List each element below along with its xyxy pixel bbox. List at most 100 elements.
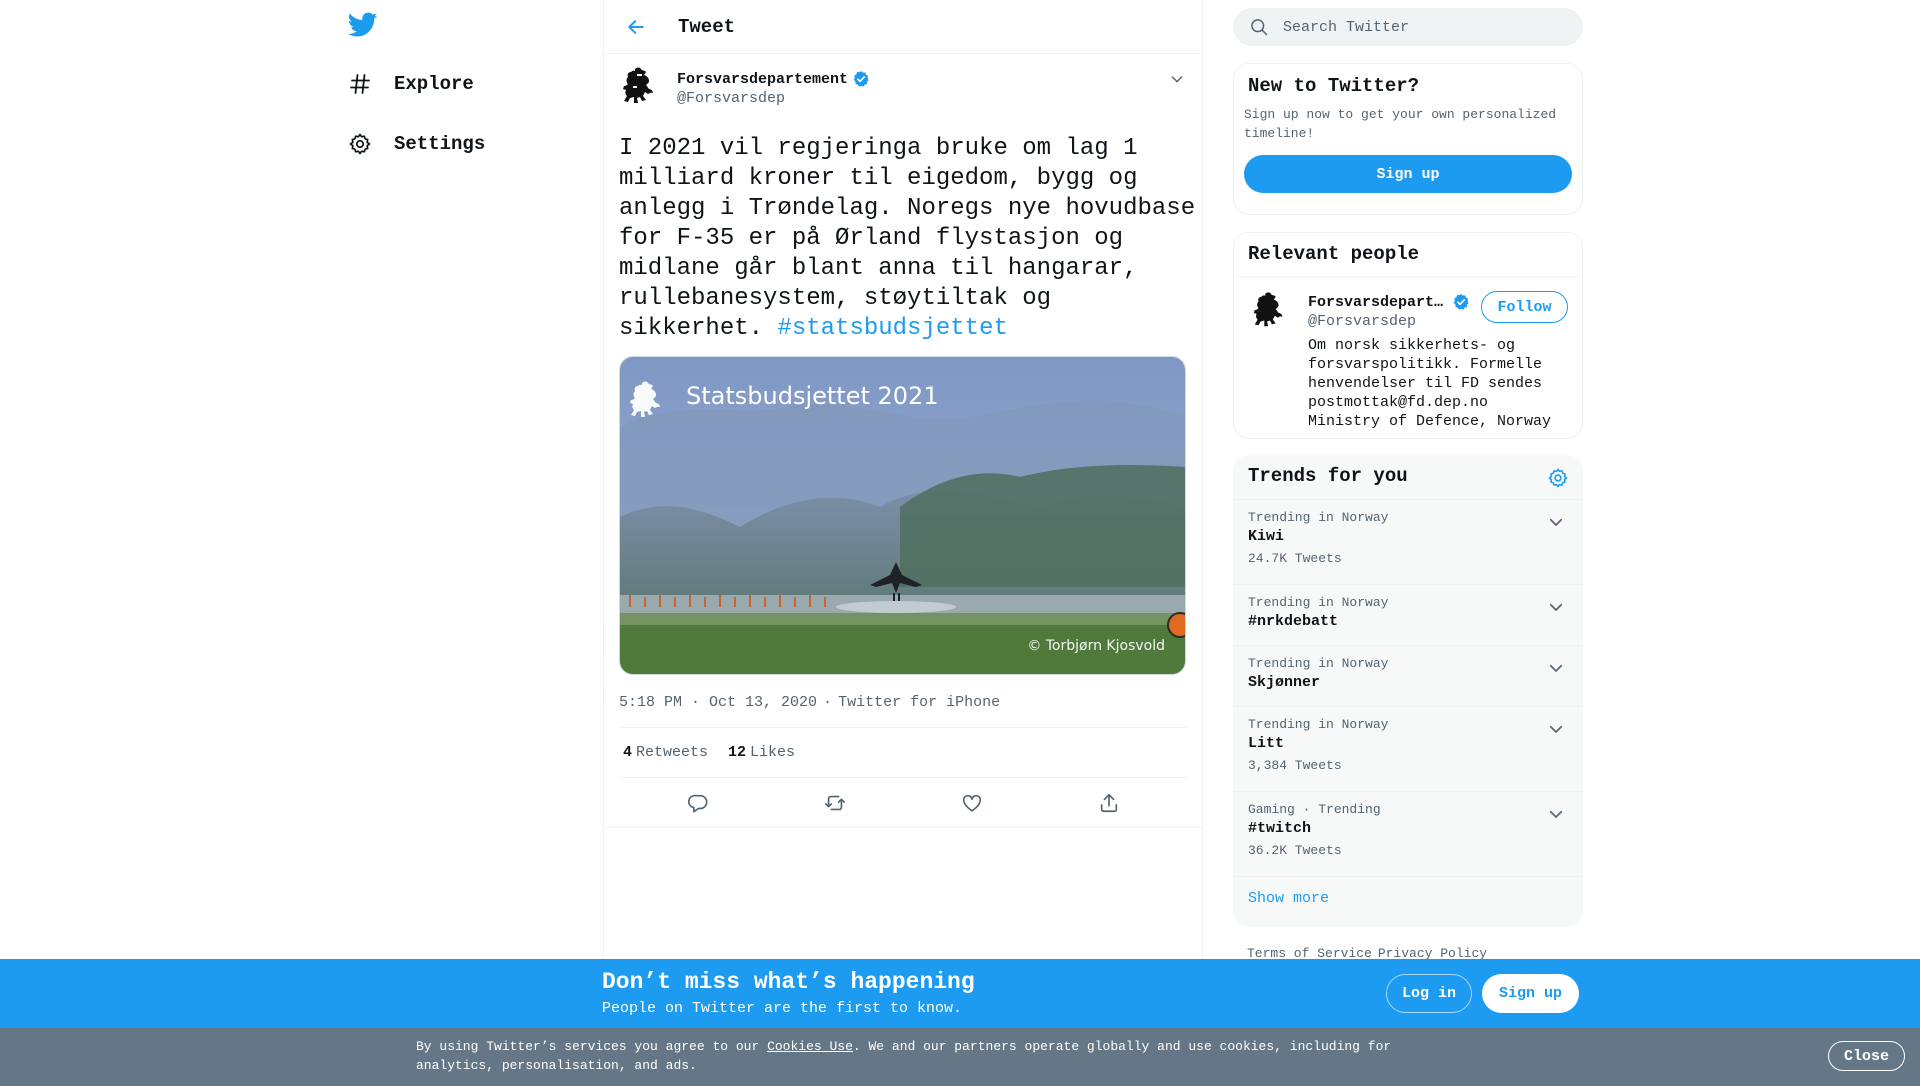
trend-name: Skjønner bbox=[1248, 674, 1321, 691]
nav-settings[interactable]: Settings bbox=[344, 126, 485, 162]
trends-card: Trends for you Trending in Norway Kiwi 2… bbox=[1233, 455, 1583, 927]
back-button[interactable] bbox=[618, 9, 654, 45]
cookie-close-button[interactable]: Close bbox=[1828, 1041, 1905, 1071]
signup-banner: Don’t miss what’s happening People on Tw… bbox=[0, 959, 1920, 1028]
trends-title: Trends for you bbox=[1248, 465, 1408, 487]
trend-name: #nrkdebatt bbox=[1248, 613, 1339, 630]
tweet-meta: 5:18 PM · Oct 13, 2020 · Twitter for iPh… bbox=[619, 689, 1187, 715]
tweet-author: Forsvarsdepartement @Forsvarsdep bbox=[619, 66, 1187, 118]
author-handle[interactable]: @Forsvarsdep bbox=[677, 90, 870, 107]
share-icon bbox=[1100, 793, 1117, 812]
nav-settings-label: Settings bbox=[394, 133, 486, 155]
show-more-link[interactable]: Show more bbox=[1233, 877, 1583, 920]
likes-label: Likes bbox=[750, 744, 796, 761]
nav-explore-label: Explore bbox=[394, 73, 474, 95]
trend-count: 24.7K Tweets bbox=[1248, 551, 1342, 566]
page-title: Tweet bbox=[678, 15, 736, 38]
person-name[interactable]: Forsvarsdepartement bbox=[1308, 294, 1448, 311]
login-button[interactable]: Log in bbox=[1386, 974, 1472, 1013]
like-button[interactable] bbox=[953, 784, 991, 822]
reply-button[interactable] bbox=[679, 784, 717, 822]
chevron-down-icon[interactable] bbox=[1547, 720, 1565, 738]
meta-separator: · bbox=[823, 693, 833, 711]
tweet-timestamp[interactable]: 5:18 PM · Oct 13, 2020 bbox=[619, 694, 817, 711]
retweet-button[interactable] bbox=[816, 784, 854, 822]
signup-button[interactable]: Sign up bbox=[1482, 974, 1579, 1013]
retweets-label: Retweets bbox=[636, 744, 709, 761]
trend-name: Litt bbox=[1248, 735, 1285, 752]
person-item[interactable]: Forsvarsdepartement @Forsvarsdep Om nors… bbox=[1234, 277, 1582, 443]
verified-badge-icon bbox=[853, 71, 869, 87]
reply-icon bbox=[687, 794, 708, 813]
chevron-down-icon[interactable] bbox=[1547, 659, 1565, 677]
trend-item[interactable]: Trending in Norway #nrkdebatt bbox=[1233, 585, 1583, 646]
trend-context: Gaming · Trending bbox=[1248, 802, 1381, 817]
nav-explore[interactable]: Explore bbox=[344, 66, 474, 102]
trend-context: Trending in Norway bbox=[1248, 717, 1389, 732]
tweet-stats: 4 Retweets 12 Likes bbox=[619, 727, 1187, 778]
banner-subtitle: People on Twitter are the first to know. bbox=[602, 1000, 963, 1017]
retweet-icon bbox=[824, 795, 845, 810]
media-title-overlay: Statsbudsjettet 2021 bbox=[686, 382, 939, 410]
trend-count: 36.2K Tweets bbox=[1248, 843, 1342, 858]
follow-button[interactable]: Follow bbox=[1481, 291, 1568, 323]
trend-context: Trending in Norway bbox=[1248, 656, 1389, 671]
new-to-twitter-card: New to Twitter? Sign up now to get your … bbox=[1233, 63, 1583, 215]
cookie-banner: By using Twitter’s services you agree to… bbox=[0, 1028, 1920, 1086]
retweets-stat[interactable]: 4 Retweets bbox=[623, 744, 708, 761]
relevant-people-title: Relevant people bbox=[1248, 243, 1420, 265]
trend-item[interactable]: Gaming · Trending #twitch 36.2K Tweets bbox=[1233, 792, 1583, 877]
tweet-more-button[interactable] bbox=[1166, 68, 1188, 90]
likes-count: 12 bbox=[728, 744, 747, 761]
search-input[interactable] bbox=[1283, 18, 1563, 36]
trend-item[interactable]: Trending in Norway Kiwi 24.7K Tweets bbox=[1233, 500, 1583, 585]
trend-name: Kiwi bbox=[1248, 528, 1285, 545]
divider bbox=[604, 827, 1202, 828]
cookies-use-link[interactable]: Cookies Use bbox=[767, 1039, 853, 1054]
tweet-hashtag-link[interactable]: #statsbudsjettet bbox=[777, 315, 1007, 342]
cookie-text: By using Twitter’s services you agree to… bbox=[416, 1037, 1426, 1075]
tweet-body-text: I 2021 vil regjeringa bruke om lag 1 mil… bbox=[619, 135, 1196, 342]
author-avatar[interactable] bbox=[619, 66, 661, 108]
page-header: Tweet bbox=[604, 0, 1202, 54]
tweet-text: I 2021 vil regjeringa bruke om lag 1 mil… bbox=[619, 134, 1199, 344]
cookie-text-before: By using Twitter’s services you agree to… bbox=[416, 1039, 768, 1054]
sidebar-signup-button[interactable]: Sign up bbox=[1244, 155, 1572, 193]
verified-badge-icon bbox=[1453, 294, 1469, 310]
like-icon bbox=[962, 794, 981, 812]
author-name[interactable]: Forsvarsdepartement bbox=[677, 71, 848, 88]
trend-name: #twitch bbox=[1248, 820, 1312, 837]
gear-icon bbox=[344, 128, 376, 160]
main-column: Tweet Forsvarsdepartement @Forsvarsdep I… bbox=[603, 0, 1203, 1086]
banner-title: Don’t miss what’s happening bbox=[602, 969, 975, 995]
chevron-down-icon[interactable] bbox=[1547, 598, 1565, 616]
twitter-bird-icon[interactable] bbox=[347, 12, 380, 42]
likes-stat[interactable]: 12 Likes bbox=[728, 744, 795, 761]
tweet-source[interactable]: Twitter for iPhone bbox=[838, 694, 1000, 711]
new-to-twitter-title: New to Twitter? bbox=[1248, 75, 1420, 97]
chevron-down-icon[interactable] bbox=[1547, 805, 1565, 823]
person-bio: Om norsk sikkerhets- og forsvarspolitikk… bbox=[1308, 337, 1552, 430]
tweet: Forsvarsdepartement @Forsvarsdep I 2021 … bbox=[604, 54, 1202, 828]
chevron-down-icon bbox=[1171, 76, 1183, 83]
coat-of-arms-lion-icon bbox=[623, 67, 653, 103]
trend-item[interactable]: Trending in Norway Skjønner bbox=[1233, 646, 1583, 707]
media-photo-credit: © Torbjørn Kjosvold bbox=[1027, 638, 1165, 654]
tweet-media-image[interactable]: Statsbudsjettet 2021 © Torbjørn Kjosvold bbox=[619, 356, 1186, 675]
share-button[interactable] bbox=[1090, 784, 1128, 822]
chevron-down-icon[interactable] bbox=[1547, 513, 1565, 531]
hashtag-icon bbox=[344, 68, 376, 100]
person-avatar[interactable] bbox=[1250, 291, 1290, 331]
search-icon bbox=[1251, 19, 1268, 36]
gear-icon[interactable] bbox=[1547, 467, 1569, 489]
search-box[interactable] bbox=[1233, 8, 1583, 46]
new-to-twitter-subtitle: Sign up now to get your own personalized… bbox=[1244, 107, 1557, 141]
trend-context: Trending in Norway bbox=[1248, 510, 1389, 525]
trend-context: Trending in Norway bbox=[1248, 595, 1389, 610]
retweets-count: 4 bbox=[623, 744, 633, 761]
trend-count: 3,384 Tweets bbox=[1248, 758, 1342, 773]
trend-item[interactable]: Trending in Norway Litt 3,384 Tweets bbox=[1233, 707, 1583, 792]
arrow-left-icon bbox=[628, 19, 644, 34]
relevant-people-card: Relevant people Forsvarsdepartement @For… bbox=[1233, 232, 1583, 439]
tweet-actions bbox=[619, 778, 1187, 827]
